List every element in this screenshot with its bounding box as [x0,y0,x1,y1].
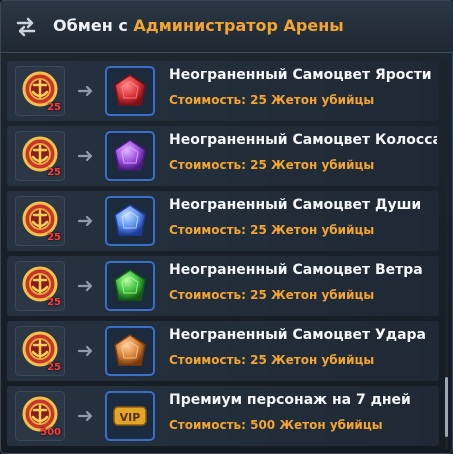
reward-slot[interactable] [105,261,155,311]
item-name: Неограненный Самоцвет Ветра [169,262,423,278]
orange-gem-icon [114,334,146,366]
exchange-title: Обмен с Администратор Арены [53,16,344,35]
exchange-row[interactable]: 25 Неограненный Самоцвет Ярости Стоимость:… [7,61,439,121]
exchange-panel: Обмен с Администратор Арены 25 Неограненн… [0,0,453,454]
cost-token-slot[interactable]: 25 [15,261,65,311]
cost-token-slot[interactable]: 25 [15,66,65,116]
item-cost: Стоимость: 25 Жетон убийцы [169,223,375,237]
cost-token-slot[interactable]: 25 [15,131,65,181]
token-count: 25 [47,102,61,113]
exchange-row[interactable]: 25 Неограненный Самоцвет Колосса Стоимость… [7,126,439,186]
title-prefix: Обмен с [53,16,128,35]
scrollbar[interactable] [445,61,448,449]
vip-label: VIP [120,411,141,424]
vip-ticket-icon: VIP [113,406,147,426]
reward-slot[interactable] [105,66,155,116]
scroll-thumb[interactable] [445,377,448,437]
item-name: Неограненный Самоцвет Колосса [169,132,437,148]
token-count: 25 [47,232,61,243]
reward-slot[interactable] [105,326,155,376]
item-name: Премиум персонаж на 7 дней [169,392,411,408]
item-cost: Стоимость: 25 Жетон убийцы [169,93,375,107]
exchange-list: 25 Неограненный Самоцвет Ярости Стоимость:… [7,61,439,449]
arrow-right-icon [77,280,93,292]
token-count: 500 [40,427,61,438]
item-cost: Стоимость: 500 Жетон убийцы [169,418,383,432]
red-gem-icon [114,74,146,106]
cost-token-slot[interactable]: 25 [15,326,65,376]
item-cost: Стоимость: 25 Жетон убийцы [169,158,375,172]
arrow-right-icon [77,150,93,162]
item-name: Неограненный Самоцвет Удара [169,327,426,343]
reward-slot[interactable]: VIP [105,391,155,441]
exchange-row[interactable]: 25 Неограненный Самоцвет Удара Стоимость: … [7,321,439,381]
exchange-row[interactable]: 500 VIP Премиум персонаж на 7 дней Стоимост… [7,386,439,446]
token-count: 25 [47,167,61,178]
swap-arrows-icon[interactable] [15,16,37,38]
reward-slot[interactable] [105,131,155,181]
arrow-right-icon [77,85,93,97]
token-count: 25 [47,362,61,373]
arrow-right-icon [77,215,93,227]
exchange-row[interactable]: 25 Неограненный Самоцвет Души Стоимость: 2… [7,191,439,251]
exchange-row[interactable]: 25 Неограненный Самоцвет Ветра Стоимость: … [7,256,439,316]
reward-slot[interactable] [105,196,155,246]
purple-gem-icon [114,139,146,171]
blue-gem-icon [114,204,146,236]
item-name: Неограненный Самоцвет Ярости [169,67,432,83]
token-count: 25 [47,297,61,308]
item-name: Неограненный Самоцвет Души [169,197,422,213]
item-cost: Стоимость: 25 Жетон убийцы [169,288,375,302]
npc-name: Администратор Арены [133,16,344,35]
green-gem-icon [114,269,146,301]
cost-token-slot[interactable]: 500 [15,391,65,441]
arrow-right-icon [77,345,93,357]
cost-token-slot[interactable]: 25 [15,196,65,246]
arrow-right-icon [77,410,93,422]
item-cost: Стоимость: 25 Жетон убийцы [169,353,375,367]
exchange-header: Обмен с Администратор Арены [1,1,453,53]
